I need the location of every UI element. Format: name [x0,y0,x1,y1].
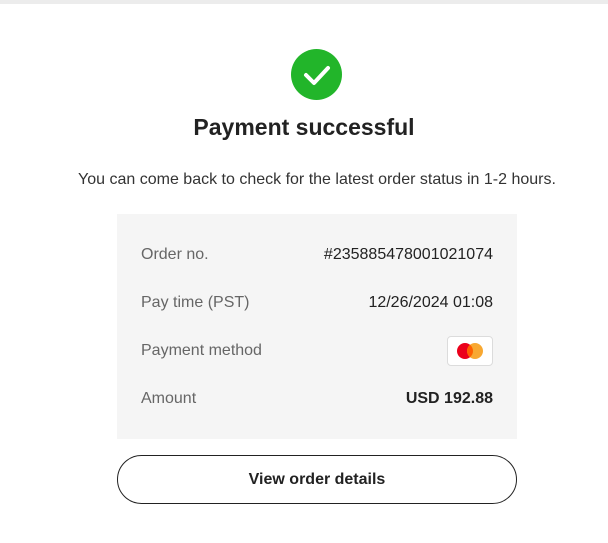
payment-method-label: Payment method [141,342,262,359]
top-divider [0,0,608,4]
check-circle-icon [291,49,342,100]
status-message: You can come back to check for the lates… [78,171,556,188]
pay-time-label: Pay time (PST) [141,294,250,311]
amount-value: USD 192.88 [405,390,493,407]
amount-row: Amount USD 192.88 [141,384,493,414]
mastercard-icon [447,336,493,366]
order-no-value: #235885478001021074 [323,246,493,263]
pay-time-row: Pay time (PST) 12/26/2024 01:08 [141,288,493,318]
order-no-label: Order no. [141,246,209,263]
page-title: Payment successful [193,114,415,140]
payment-method-row: Payment method [141,336,493,366]
amount-label: Amount [141,390,197,407]
view-order-details-button[interactable]: View order details [117,455,517,504]
order-details-card: Order no. #235885478001021074 Pay time (… [117,214,517,439]
pay-time-value: 12/26/2024 01:08 [368,294,493,311]
order-no-row: Order no. #235885478001021074 [141,240,493,270]
